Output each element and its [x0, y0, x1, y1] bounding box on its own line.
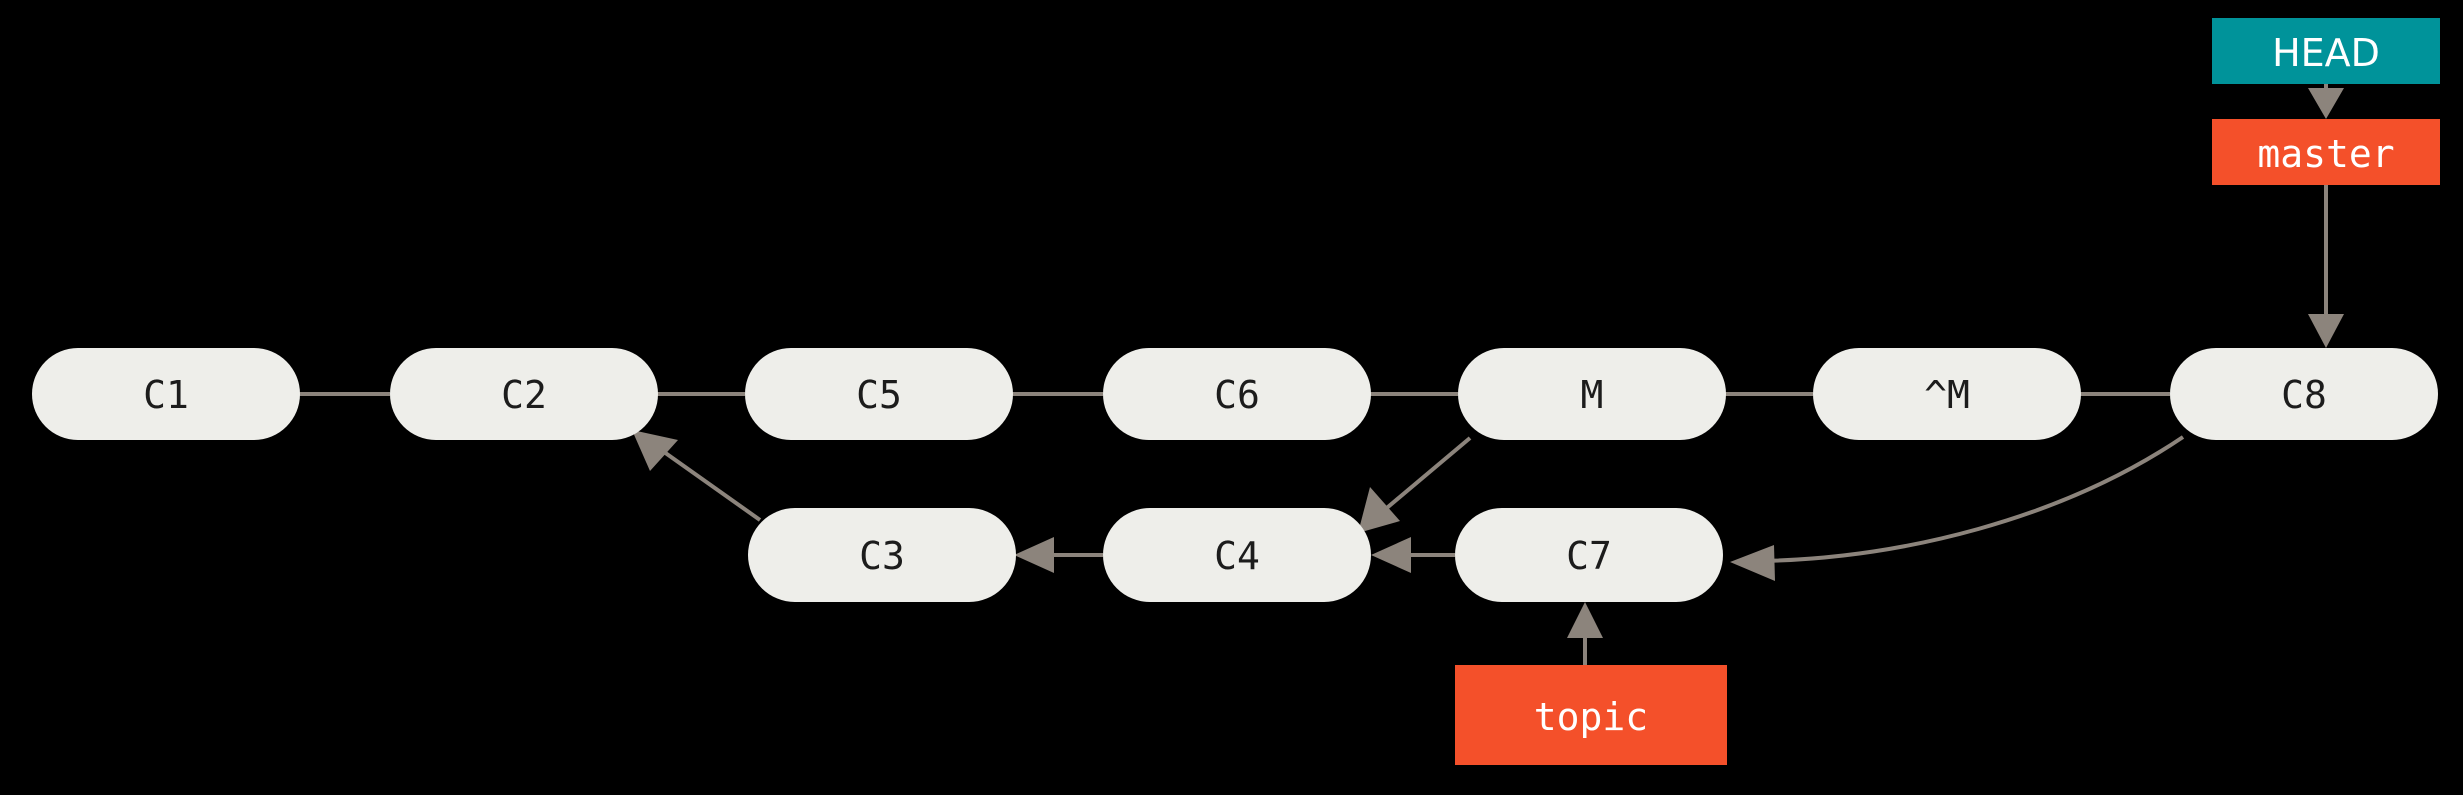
edge-c8-to-c7	[1730, 435, 2185, 581]
commit-node-caret-m[interactable]: ^M	[1813, 348, 2081, 440]
edge-m-to-c4	[1358, 436, 1472, 533]
commit-layer: C1 C2 C5 C6 M ^M C8 C3 C4 C7	[32, 348, 2438, 602]
edge-head-to-master	[2308, 84, 2344, 119]
commit-node-c3[interactable]: C3	[748, 508, 1016, 602]
commit-node-c6[interactable]: C6	[1103, 348, 1371, 440]
commit-node-c7[interactable]: C7	[1455, 508, 1723, 602]
commit-label-m: M	[1581, 373, 1604, 417]
ref-label-topic: topic	[1534, 695, 1648, 739]
edge-c3-to-c2	[632, 430, 762, 522]
ref-box-head[interactable]: HEAD	[2212, 18, 2440, 84]
edge-topic-to-c7	[1567, 602, 1603, 665]
graph-canvas: C1 C2 C5 C6 M ^M C8 C3 C4 C7 HEAD master…	[32, 18, 2440, 765]
commit-label-c4: C4	[1214, 534, 1260, 578]
commit-label-c1: C1	[143, 373, 189, 417]
ref-box-topic[interactable]: topic	[1455, 665, 1727, 765]
edge-c7-to-c4	[1371, 537, 1455, 573]
commit-label-c3: C3	[859, 534, 905, 578]
edge-c4-to-c3	[1014, 537, 1103, 573]
commit-node-c1[interactable]: C1	[32, 348, 300, 440]
commit-node-c2[interactable]: C2	[390, 348, 658, 440]
commit-label-c5: C5	[856, 373, 902, 417]
commit-label-caret-m: ^M	[1924, 373, 1970, 417]
commit-label-c7: C7	[1566, 534, 1612, 578]
ref-box-master[interactable]: master	[2212, 119, 2440, 185]
commit-node-m[interactable]: M	[1458, 348, 1726, 440]
git-graph-diagram: C1 C2 C5 C6 M ^M C8 C3 C4 C7 HEAD master…	[0, 0, 2463, 795]
commit-label-c2: C2	[501, 373, 547, 417]
commit-node-c5[interactable]: C5	[745, 348, 1013, 440]
ref-label-head: HEAD	[2272, 31, 2380, 75]
edge-master-to-c8	[2308, 185, 2344, 348]
ref-label-master: master	[2257, 132, 2394, 176]
commit-label-c6: C6	[1214, 373, 1260, 417]
commit-label-c8: C8	[2281, 373, 2327, 417]
commit-node-c8[interactable]: C8	[2170, 348, 2438, 440]
commit-node-c4[interactable]: C4	[1103, 508, 1371, 602]
